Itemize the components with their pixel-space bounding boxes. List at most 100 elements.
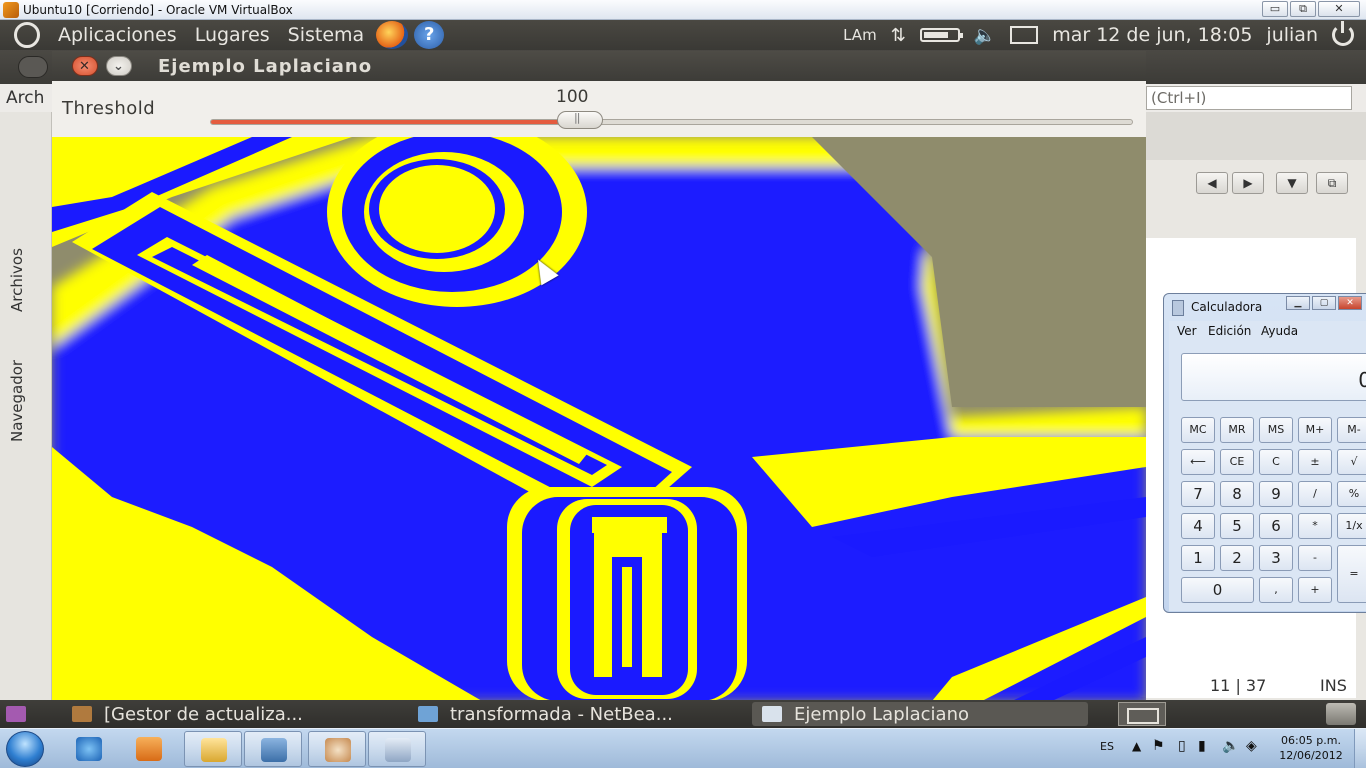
calculator-menu-ver[interactable]: Ver [1177,324,1197,338]
task-ejemplo-laplaciano[interactable]: Ejemplo Laplaciano [752,702,1088,726]
calc-key-reciprocal[interactable]: 1/x [1337,513,1366,539]
taskbar-media-player[interactable] [120,731,178,767]
calculator-body: Ver Edición Ayuda 0 MC MR MS M+ M- ⟵ CE C ± √ 7 8 9/… [1169,321,1366,611]
calc-key-decimal[interactable]: , [1259,577,1293,603]
calculator-display-value: 0 [1358,368,1366,392]
calc-key-subtract[interactable]: - [1298,545,1332,571]
keyboard-layout[interactable]: LAm [843,26,877,44]
calc-key-ms[interactable]: MS [1259,417,1293,443]
menu-sistema[interactable]: Sistema [288,24,365,46]
background-menu-file[interactable]: Arch [6,88,44,108]
calc-key-clear[interactable]: C [1259,449,1293,475]
language-indicator[interactable]: ES [1100,740,1114,753]
clock-date: 12/06/2012 [1279,749,1343,762]
taskbar-virtualbox[interactable] [244,731,302,767]
calc-key-percent[interactable]: % [1337,481,1366,507]
laplaciano-title: Ejemplo Laplaciano [158,56,373,77]
calc-key-4[interactable]: 4 [1181,513,1215,539]
calculator-titlebar: Calculadora ▁ ▢ ✕ [1164,294,1366,320]
help-icon[interactable]: ? [414,21,445,49]
cursor-position: 11 | 37 [1210,676,1267,695]
calculator-maximize-button[interactable]: ▢ [1312,296,1336,310]
calc-key-sqrt[interactable]: √ [1337,449,1366,475]
battery-tray-icon[interactable]: ▯ [1178,738,1186,754]
windows-clock[interactable]: 06:05 p.m. 12/06/2012 [1276,733,1346,763]
calc-key-8[interactable]: 8 [1220,481,1254,507]
calc-key-m-minus[interactable]: M- [1337,417,1366,443]
threshold-slider-thumb[interactable] [557,111,603,129]
datetime[interactable]: mar 12 de jun, 18:05 [1052,24,1252,46]
laplaciano-window: ✕ ⌄ Ejemplo Laplaciano Threshold 100 [52,51,1146,701]
calc-key-m-plus[interactable]: M+ [1298,417,1332,443]
calculator-menu-ayuda[interactable]: Ayuda [1261,324,1298,338]
power-icon[interactable] [1332,21,1354,46]
minimize-button[interactable]: ▭ [1262,1,1288,17]
virtualbox-tray-icon[interactable]: ◈ [1246,738,1257,754]
user-name[interactable]: julian [1266,24,1318,46]
mail-icon[interactable] [1010,26,1039,44]
calc-key-0[interactable]: 0 [1181,577,1254,603]
network-signal-icon[interactable]: ▮ [1198,738,1206,754]
scroll-left-icon[interactable]: ◀ [1196,172,1228,194]
virtualbox-icon [3,1,19,18]
calculator-menu-edicion[interactable]: Edición [1208,324,1251,338]
calculator-window: Calculadora ▁ ▢ ✕ Ver Edición Ayuda 0 MC… [1163,293,1366,613]
calc-key-plus-minus[interactable]: ± [1298,449,1332,475]
laplaciano-close-button[interactable]: ✕ [72,56,98,76]
laplaciano-minimize-button[interactable]: ⌄ [106,56,132,76]
menu-lugares[interactable]: Lugares [195,24,270,46]
battery-level [923,32,948,38]
show-desktop-button[interactable] [0,702,40,726]
windows-start-button[interactable] [6,731,44,767]
volume-icon[interactable]: 🔈 [974,25,996,46]
show-hidden-icons-icon[interactable]: ▲ [1132,739,1141,753]
workspace-switcher[interactable] [1118,702,1166,726]
action-center-flag-icon[interactable]: ⚑ [1152,738,1165,754]
taskbar-explorer[interactable] [184,731,242,767]
calc-key-ce[interactable]: CE [1220,449,1254,475]
taskbar-internet-explorer[interactable] [60,731,118,767]
calc-key-multiply[interactable]: * [1298,513,1332,539]
task-gestor-actualizaciones[interactable]: [Gestor de actualiza... [62,702,402,726]
calculator-icon [1172,300,1184,316]
menu-aplicaciones[interactable]: Aplicaciones [58,24,177,46]
calc-key-divide[interactable]: / [1298,481,1332,507]
taskbar-paint[interactable] [308,731,366,767]
sidebar-tab-archivos[interactable]: Archivos [8,248,26,312]
threshold-slider[interactable] [210,119,1133,125]
calc-key-backspace[interactable]: ⟵ [1181,449,1215,475]
firefox-icon[interactable] [376,21,409,49]
background-close-icon[interactable] [18,56,48,78]
ubuntu-logo-icon[interactable] [14,22,40,48]
dropdown-icon[interactable]: ▼ [1276,172,1308,194]
calculator-minimize-button[interactable]: ▁ [1286,296,1310,310]
network-icon[interactable]: ⇅ [891,25,906,46]
window-restore-icon[interactable]: ⧉ [1316,172,1348,194]
ubuntu-top-panel: Aplicaciones Lugares Sistema ? LAm ⇅ 🔈 m… [0,20,1366,50]
show-desktop-strip[interactable] [1354,729,1366,768]
calc-key-5[interactable]: 5 [1220,513,1254,539]
close-button[interactable]: ✕ [1318,1,1360,17]
background-search-field[interactable]: (Ctrl+I) [1146,86,1352,110]
calc-key-equals[interactable]: = [1337,545,1366,603]
sidebar-tab-navegador[interactable]: Navegador [8,360,26,442]
trash-icon[interactable] [1326,703,1356,725]
calc-key-mr[interactable]: MR [1220,417,1254,443]
calc-key-6[interactable]: 6 [1259,513,1293,539]
calc-key-add[interactable]: + [1298,577,1332,603]
virtualbox-title: Ubuntu10 [Corriendo] - Oracle VM Virtual… [23,2,293,17]
calc-key-9[interactable]: 9 [1259,481,1293,507]
battery-icon[interactable] [919,28,963,42]
virtualbox-icon [261,738,287,762]
scroll-right-icon[interactable]: ▶ [1232,172,1264,194]
calc-key-mc[interactable]: MC [1181,417,1215,443]
restore-button[interactable]: ⧉ [1290,1,1316,17]
calculator-close-button[interactable]: ✕ [1338,296,1362,310]
calc-key-1[interactable]: 1 [1181,545,1215,571]
calc-key-2[interactable]: 2 [1220,545,1254,571]
calc-key-3[interactable]: 3 [1259,545,1293,571]
calc-key-7[interactable]: 7 [1181,481,1215,507]
task-netbeans[interactable]: transformada - NetBea... [408,702,744,726]
volume-tray-icon[interactable]: 🔈 [1222,738,1239,754]
taskbar-calculator[interactable] [368,731,426,767]
